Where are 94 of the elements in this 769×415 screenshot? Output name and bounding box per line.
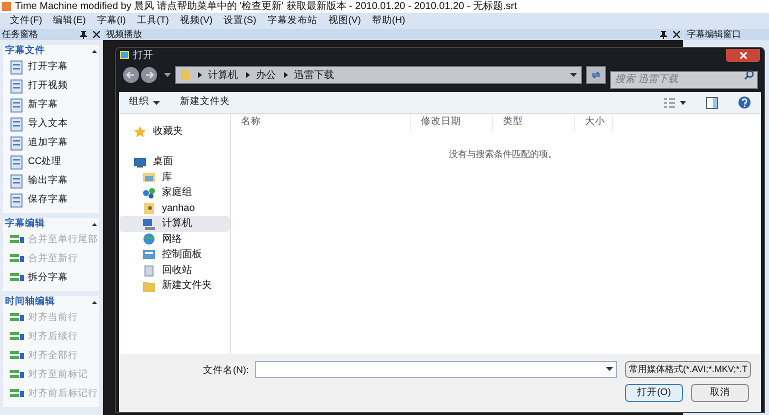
panel-title: 字幕编辑窗口 — [687, 28, 741, 41]
caret-icon — [606, 367, 613, 371]
caret-icon — [164, 73, 171, 77]
toolbar-button[interactable]: 新建文件夹 — [180, 95, 230, 110]
back-forward-icon[interactable] — [122, 66, 160, 84]
help-icon[interactable] — [738, 96, 751, 109]
toolbar-icon — [9, 193, 25, 208]
computer-icon — [142, 216, 156, 231]
nav-item[interactable]: 家庭组 — [119, 185, 230, 200]
trash-icon — [142, 263, 156, 278]
globe-icon — [142, 232, 156, 246]
column-header[interactable]: 大小 — [575, 114, 613, 131]
column-header[interactable]: 类型 — [493, 114, 575, 131]
toolbar-icon — [9, 117, 25, 132]
filename-field[interactable] — [255, 361, 617, 378]
nav-item[interactable]: 桌面 — [119, 154, 230, 170]
empty-message: 没有与搜索条件匹配的项。 — [449, 149, 557, 159]
task-item[interactable]: 输出字幕 — [3, 172, 99, 191]
refresh-button[interactable] — [586, 66, 606, 84]
view-options-icon[interactable] — [664, 98, 686, 108]
dialog-button[interactable]: 取消 — [691, 384, 749, 402]
toolbar-icon — [9, 136, 25, 151]
refresh-icon — [591, 70, 601, 80]
toolbar-icon — [9, 155, 25, 170]
nav-item[interactable]: yanhao — [119, 200, 230, 216]
task-item[interactable]: 保存字幕 — [3, 191, 99, 210]
toolbar-icon — [9, 79, 25, 94]
toolbar-icon — [9, 98, 25, 113]
collapse-icon[interactable] — [92, 223, 97, 226]
pin-icon[interactable] — [80, 30, 87, 38]
search-field[interactable]: 搜索 迅雷下载 — [610, 70, 758, 88]
nav-item[interactable]: 回收站 — [119, 262, 230, 278]
menu-item[interactable]: 文件(F) — [10, 14, 42, 28]
close-icon — [740, 52, 746, 58]
search-icon — [744, 70, 754, 80]
close-button[interactable] — [726, 48, 760, 62]
toolbar-icon — [9, 60, 25, 75]
task-item[interactable]: 新字幕 — [3, 96, 99, 115]
title-text: Time Machine modified by 晨风 请点帮助菜单中的 '检查更新' 获取最新版本 - 2010.01.20 - 2010.01.20 - 无标题.srt — [15, 0, 517, 13]
menu-item[interactable]: 字幕(I) — [96, 14, 126, 28]
panel-title: 视频播放 — [106, 28, 142, 41]
nav-item[interactable]: 新建文件夹 — [119, 278, 230, 294]
task-item[interactable]: 导入文本 — [3, 115, 99, 134]
group-title: 时间轴编辑 — [5, 295, 55, 310]
user-folder-icon — [142, 201, 156, 216]
breadcrumb-item[interactable]: 迅雷下载 — [294, 68, 334, 82]
chevron-icon — [198, 72, 202, 78]
toolbar-button[interactable]: 组织 — [129, 95, 160, 110]
folder-icon — [180, 69, 190, 81]
group-title: 字幕编辑 — [5, 217, 45, 232]
menu-item[interactable]: 视图(V) — [328, 14, 361, 28]
breadcrumb-item[interactable]: 办公 — [256, 68, 276, 82]
task-item[interactable]: 打开字幕 — [3, 58, 99, 77]
folder-icon — [142, 170, 156, 184]
group-title: 字幕文件 — [5, 44, 45, 58]
menu-item[interactable]: 编辑(E) — [53, 14, 86, 28]
pin-icon[interactable] — [660, 30, 667, 38]
menu-item[interactable]: 帮助(H) — [372, 14, 406, 28]
close-icon[interactable] — [93, 31, 100, 38]
menu-item[interactable]: 视频(V) — [180, 14, 213, 28]
address-bar[interactable]: 计算机 办公 迅雷下载 — [175, 66, 582, 84]
menu-item[interactable]: 工具(T) — [136, 14, 169, 28]
menu-item[interactable]: 字幕发布站 — [267, 14, 318, 28]
control-panel-icon — [142, 248, 156, 262]
people-icon — [142, 186, 156, 200]
preview-pane-icon[interactable] — [706, 96, 718, 108]
collapse-icon[interactable] — [92, 50, 97, 53]
file-type-dropdown[interactable]: 常用媒体格式(*.AVI;*.MKV;*.T — [625, 361, 751, 378]
filename-label: 文件名(N): — [203, 364, 250, 378]
star-icon — [133, 124, 147, 139]
chevron-icon — [246, 72, 250, 78]
task-item[interactable]: 打开视频 — [3, 77, 99, 96]
close-icon[interactable] — [673, 31, 680, 38]
menu-item[interactable]: 设置(S) — [224, 14, 256, 28]
pane-title: 任务窗格 — [2, 28, 38, 41]
nav-item[interactable]: 控制面板 — [119, 247, 230, 262]
dialog-title: 打开 — [133, 48, 153, 62]
caret-icon — [570, 73, 577, 77]
task-item[interactable]: 追加字幕 — [3, 134, 99, 153]
collapse-icon[interactable] — [92, 301, 97, 304]
nav-item[interactable]: 网络 — [119, 232, 230, 247]
column-header[interactable]: 修改日期 — [411, 114, 493, 131]
toolbar-icon — [9, 174, 25, 189]
app-icon — [2, 2, 11, 11]
nav-item[interactable]: 收藏夹 — [119, 124, 230, 140]
chevron-icon — [284, 72, 288, 78]
nav-item[interactable]: 库 — [119, 170, 230, 185]
dialog-button[interactable]: 打开(O) — [625, 384, 683, 402]
task-item[interactable]: 拆分字幕 — [3, 269, 99, 288]
breadcrumb-item[interactable]: 计算机 — [208, 68, 238, 82]
column-header[interactable]: 名称 — [231, 114, 411, 131]
dialog-icon — [120, 51, 129, 59]
task-item[interactable]: CC处理 — [3, 153, 99, 172]
nav-item[interactable]: 计算机 — [119, 216, 230, 232]
